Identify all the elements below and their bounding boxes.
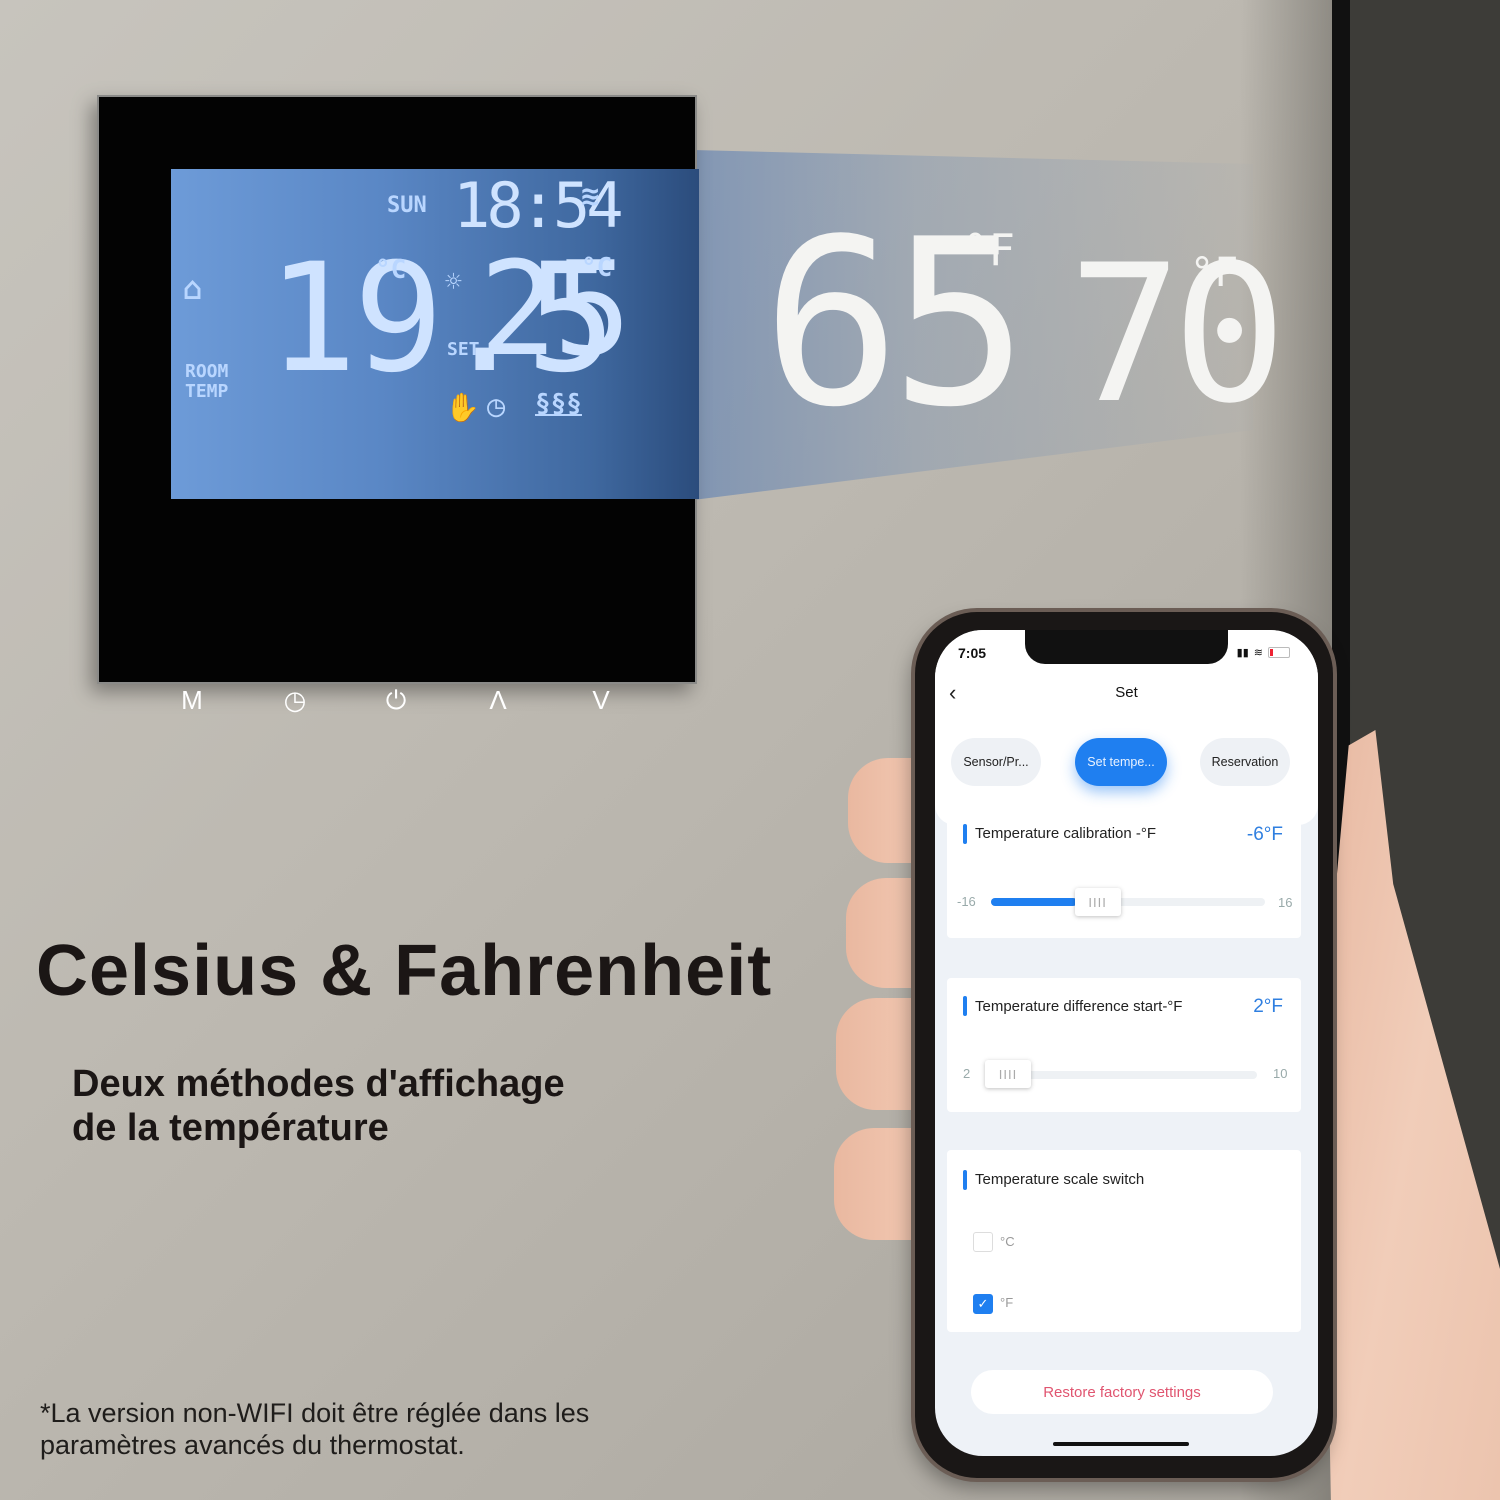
tab-sensor[interactable]: Sensor/Pr... (951, 738, 1041, 786)
headline: Celsius & Fahrenheit (36, 931, 773, 1011)
calibration-max: 16 (1278, 895, 1293, 910)
hand-icon: ✋ (445, 391, 480, 424)
difference-slider-thumb[interactable]: IIII (985, 1060, 1031, 1088)
battery-icon (1268, 647, 1290, 658)
mode-button[interactable]: M (172, 685, 212, 716)
subheadline-line-2: de la température (72, 1107, 389, 1149)
fahrenheit-label: °F (1000, 1295, 1014, 1310)
phone-notch (1025, 630, 1228, 664)
wifi-icon: ≋ (581, 179, 600, 214)
set-label: SET (447, 339, 480, 360)
fahrenheit-checkbox[interactable]: ✓ (973, 1294, 993, 1314)
home-thermometer-icon: ⌂ (183, 269, 203, 307)
calibration-slider-thumb[interactable]: IIII (1074, 888, 1121, 916)
difference-min: 2 (963, 1066, 971, 1081)
up-button[interactable]: Λ (478, 685, 518, 716)
calibration-card: Temperature calibration -°F -6°F -16 III… (947, 810, 1301, 938)
timer-button[interactable]: ◷ (275, 685, 315, 716)
set-temp-unit: °C (581, 253, 613, 283)
phone-screen: 7:05 ▮▮ ≋ ‹ Set Sensor/Pr... Set tempe..… (935, 630, 1318, 1456)
footnote: *La version non-WIFI doit être réglée da… (40, 1397, 589, 1461)
wifi-icon: ≋ (1253, 647, 1263, 659)
restore-factory-button[interactable]: Restore factory settings (971, 1370, 1273, 1414)
finger (834, 1128, 926, 1240)
subheadline: Deux méthodes d'affichage de la températ… (72, 1062, 565, 1150)
difference-label: Temperature difference start-°F (975, 998, 1183, 1015)
down-button[interactable]: V (581, 685, 621, 716)
scale-card: Temperature scale switch °C ✓ °F (947, 1150, 1301, 1332)
finger (836, 998, 926, 1110)
app-header: 7:05 ▮▮ ≋ ‹ Set Sensor/Pr... Set tempe..… (935, 630, 1318, 825)
difference-value: 2°F (1253, 996, 1283, 1017)
projected-set-unit: °F (1190, 250, 1239, 296)
page-title: Set (1115, 684, 1138, 701)
day-label: SUN (387, 193, 427, 218)
calibration-label: Temperature calibration -°F (975, 825, 1157, 842)
projected-set-temp: 70 (1068, 224, 1287, 445)
finger (846, 878, 926, 988)
footnote-line-2: paramètres avancés du thermostat. (40, 1430, 465, 1460)
projected-room-unit: °F (962, 225, 1015, 276)
tab-set-temperature[interactable]: Set tempe... (1075, 738, 1167, 786)
room-temp-unit: °C (375, 255, 407, 285)
section-marker (963, 824, 967, 844)
power-button[interactable]: ⏻ (376, 685, 416, 717)
status-time: 7:05 (958, 645, 987, 661)
scale-label: Temperature scale switch (975, 1171, 1145, 1188)
floor-heating-icon: §§§ (535, 389, 582, 419)
calibration-min: -16 (957, 894, 976, 909)
temp-label: TEMP (185, 381, 229, 402)
home-indicator (1053, 1442, 1189, 1446)
status-icons: ▮▮ ≋ (1237, 646, 1290, 659)
thermostat-device: SUN 18:54 ≋ ⌂ ROOM TEMP 19.5 °C ☼ SET 25… (97, 95, 699, 715)
difference-card: Temperature difference start-°F 2°F 2 II… (947, 978, 1301, 1112)
section-marker (963, 1170, 967, 1190)
finger (848, 758, 923, 863)
clock-icon: ◷ (487, 389, 506, 424)
lcd-display: SUN 18:54 ≋ ⌂ ROOM TEMP 19.5 °C ☼ SET 25… (171, 169, 699, 499)
calibration-value: -6°F (1246, 824, 1283, 845)
tab-reservation[interactable]: Reservation (1200, 738, 1290, 786)
sun-icon: ☼ (445, 265, 462, 298)
subheadline-line-1: Deux méthodes d'affichage (72, 1063, 565, 1105)
difference-max: 10 (1273, 1066, 1288, 1081)
section-marker (963, 996, 967, 1016)
celsius-checkbox[interactable] (973, 1232, 993, 1252)
celsius-label: °C (1000, 1234, 1015, 1249)
room-label: ROOM (185, 361, 229, 382)
signal-icon: ▮▮ (1236, 647, 1249, 659)
footnote-line-1: *La version non-WIFI doit être réglée da… (40, 1398, 590, 1428)
calibration-slider-fill (991, 898, 1077, 906)
